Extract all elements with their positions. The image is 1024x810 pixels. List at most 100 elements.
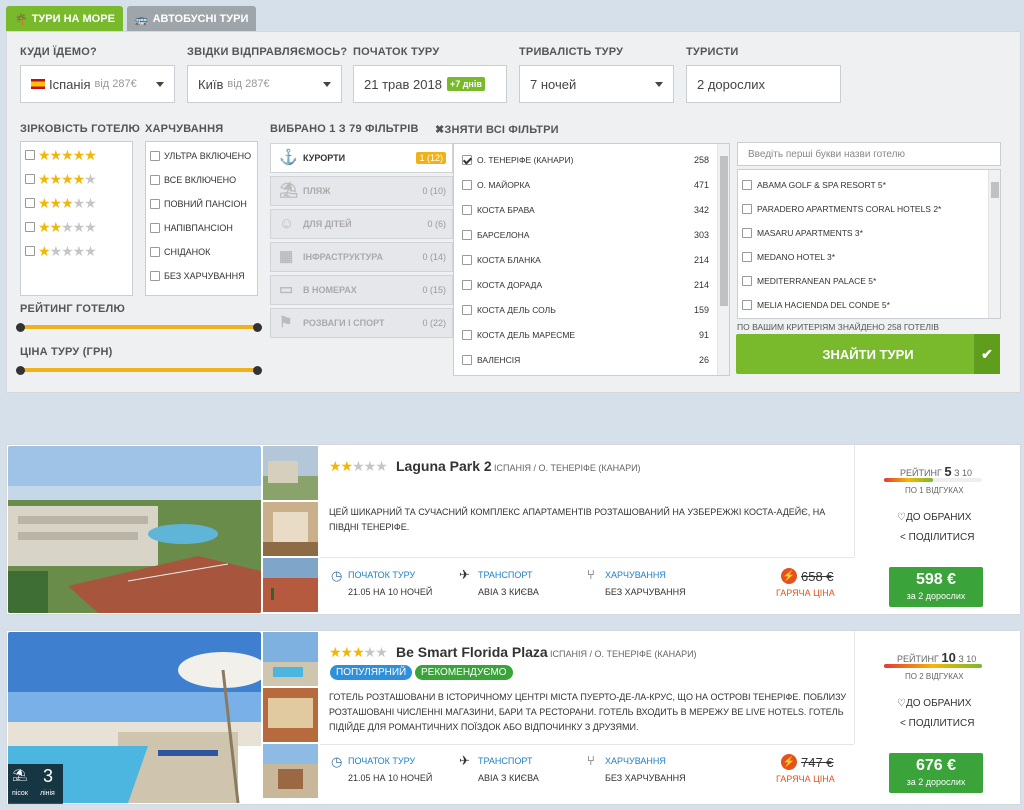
checkbox[interactable]: [462, 280, 472, 290]
price-button[interactable]: 676 € за 2 дорослих: [889, 753, 983, 793]
hotel-search-input[interactable]: Введіть перші букви назви готелю: [737, 142, 1001, 166]
stars-2-option[interactable]: ★★★★★: [25, 220, 97, 234]
add-favorite-button[interactable]: ♡ДО ОБРАНИХ: [897, 698, 971, 709]
destination-select[interactable]: Іспанія від 287€: [20, 65, 175, 103]
hotel-thumbnail[interactable]: [263, 446, 318, 500]
resort-option[interactable]: КОСТА ДЕЛЬ СОЛЬ 159: [462, 305, 709, 315]
hotel-option[interactable]: MEDITERRANEAN PALACE 5*: [742, 276, 876, 286]
share-button[interactable]: < ПОДІЛИТИСЯ: [900, 718, 974, 729]
meal-option[interactable]: ВСЕ ВКЛЮЧЕНО: [150, 175, 236, 185]
price-button[interactable]: 598 € за 2 дорослих: [889, 567, 983, 607]
hotel-name[interactable]: Laguna Park 2: [396, 458, 492, 474]
hotel-thumbnail[interactable]: [263, 744, 318, 798]
filter-tab-kids[interactable]: ☺ ДЛЯ ДІТЕЙ 0 (6): [270, 209, 453, 239]
tab-bus-tours[interactable]: 🚌 АВТОБУСНІ ТУРИ: [126, 6, 257, 32]
hotel-option[interactable]: PARADERO APARTMENTS CORAL HOTELS 2*: [742, 204, 941, 214]
resort-option[interactable]: О. МАЙОРКА 471: [462, 180, 709, 190]
checkbox[interactable]: [742, 204, 752, 214]
tab-sea-tours[interactable]: 🌴 ТУРИ НА МОРЕ: [6, 6, 123, 32]
hotel-thumbnail[interactable]: [263, 502, 318, 556]
checkbox[interactable]: [150, 247, 160, 257]
filter-tab-rooms[interactable]: ▭ В НОМЕРАХ 0 (15): [270, 275, 453, 305]
checkbox[interactable]: [462, 180, 472, 190]
stars-4-option[interactable]: ★★★★★: [25, 171, 97, 187]
stars-1-option[interactable]: ★★★★★: [25, 244, 97, 258]
checkbox[interactable]: [150, 271, 160, 281]
building-icon: ▦: [279, 248, 294, 265]
spain-flag-icon: [31, 79, 45, 89]
slider-handle-min[interactable]: [16, 366, 25, 375]
meal-option[interactable]: УЛЬТРА ВКЛЮЧЕНО: [150, 151, 251, 161]
resort-option[interactable]: КОСТА ДЕЛЬ МАРЕСМЕ 91: [462, 330, 709, 340]
checkbox[interactable]: [462, 355, 472, 365]
scrollbar[interactable]: [717, 144, 729, 375]
checkbox[interactable]: [150, 151, 160, 161]
checkbox[interactable]: [462, 205, 472, 215]
find-tours-button[interactable]: ЗНАЙТИ ТУРИ ✔: [736, 334, 1000, 374]
resort-option[interactable]: КОСТА БЛАНКА 214: [462, 255, 709, 265]
rating-bar: [884, 664, 982, 668]
tourists-field[interactable]: 2 дорослих: [686, 65, 841, 103]
meal-option[interactable]: НАПІВПАНСІОН: [150, 223, 233, 233]
hotel-thumbnail[interactable]: [263, 632, 318, 686]
hotel-option[interactable]: ABAMA GOLF & SPA RESORT 5*: [742, 180, 886, 190]
hotel-list[interactable]: ABAMA GOLF & SPA RESORT 5* PARADERO APAR…: [737, 169, 1001, 319]
resort-option[interactable]: КОСТА ДОРАДА 214: [462, 280, 709, 290]
resort-option[interactable]: КОСТА БРАВА 342: [462, 205, 709, 215]
checkbox[interactable]: [742, 180, 752, 190]
resort-option[interactable]: О. ТЕНЕРІФЕ (КАНАРИ) 258: [462, 155, 709, 165]
hotel-photo[interactable]: [8, 446, 261, 613]
checkbox[interactable]: [462, 255, 472, 265]
slider-handle-max[interactable]: [253, 323, 262, 332]
checkbox[interactable]: [742, 252, 752, 262]
meal-option[interactable]: СНІДАНОК: [150, 247, 210, 257]
filter-tab-sport[interactable]: ⚑ РОЗВАГИ І СПОРТ 0 (22): [270, 308, 453, 338]
filter-tab-resorts[interactable]: ⚓ КУРОРТИ 1 (12): [270, 143, 453, 173]
checkbox[interactable]: [25, 246, 35, 256]
resort-option[interactable]: БАРСЕЛОНА 303: [462, 230, 709, 240]
checkbox-checked[interactable]: [462, 155, 472, 165]
slider-handle-max[interactable]: [253, 366, 262, 375]
filter-tab-beach[interactable]: ⛱ ПЛЯЖ 0 (10): [270, 176, 453, 206]
meal-option[interactable]: БЕЗ ХАРЧУВАННЯ: [150, 271, 245, 281]
hotel-name[interactable]: Be Smart Florida Plaza: [396, 644, 548, 660]
checkbox[interactable]: [25, 174, 35, 184]
star-rating-icon: ★★★★★: [38, 171, 97, 187]
resort-option[interactable]: ВАЛЕНСІЯ 26: [462, 355, 709, 365]
slider-handle-min[interactable]: [16, 323, 25, 332]
add-favorite-button[interactable]: ♡ДО ОБРАНИХ: [897, 512, 971, 523]
resorts-list[interactable]: О. ТЕНЕРІФЕ (КАНАРИ) 258 О. МАЙОРКА 471 КО…: [453, 143, 730, 376]
hotel-option[interactable]: MELIA HACIENDA DEL CONDE 5*: [742, 300, 890, 310]
hotel-rating-slider[interactable]: [20, 325, 259, 329]
checkbox[interactable]: [150, 223, 160, 233]
departure-select[interactable]: Київ від 287€: [187, 65, 342, 103]
hotel-thumbnail[interactable]: [263, 558, 318, 612]
checkbox[interactable]: [25, 150, 35, 160]
checkbox[interactable]: [25, 222, 35, 232]
stars-3-option[interactable]: ★★★★★: [25, 196, 97, 210]
clear-filters-link[interactable]: ✖ЗНЯТИ ВСІ ФІЛЬТРИ: [435, 123, 559, 136]
checkbox[interactable]: [742, 300, 752, 310]
price-slider[interactable]: [20, 368, 259, 372]
checkbox[interactable]: [742, 228, 752, 238]
stars-5-option[interactable]: ★★★★★: [25, 148, 97, 162]
checkbox[interactable]: [462, 230, 472, 240]
hotel-thumbnail[interactable]: [263, 688, 318, 742]
hotel-option[interactable]: MEDANO HOTEL 3*: [742, 252, 835, 262]
duration-select[interactable]: 7 ночей: [519, 65, 674, 103]
meal-option-label: НАПІВПАНСІОН: [164, 223, 233, 233]
beach-icon: ⛱: [279, 182, 299, 199]
meal-option[interactable]: ПОВНИЙ ПАНСІОН: [150, 199, 247, 209]
checkbox[interactable]: [150, 199, 160, 209]
scrollbar[interactable]: [988, 170, 1000, 318]
divider: [320, 557, 854, 558]
start-date-field[interactable]: 21 трав 2018 +7 днів: [353, 65, 507, 103]
checkbox[interactable]: [462, 330, 472, 340]
hotel-option[interactable]: MASARU APARTMENTS 3*: [742, 228, 863, 238]
checkbox[interactable]: [742, 276, 752, 286]
checkbox[interactable]: [150, 175, 160, 185]
checkbox[interactable]: [25, 198, 35, 208]
checkbox[interactable]: [462, 305, 472, 315]
filter-tab-infrastructure[interactable]: ▦ ІНФРАСТРУКТУРА 0 (14): [270, 242, 453, 272]
share-button[interactable]: < ПОДІЛИТИСЯ: [900, 532, 974, 543]
